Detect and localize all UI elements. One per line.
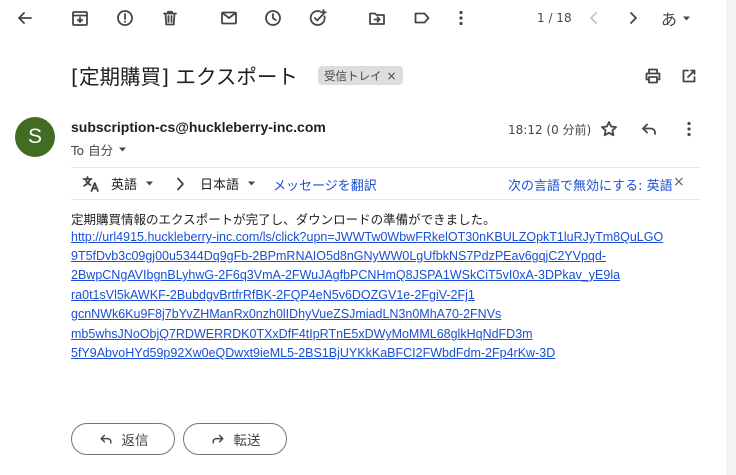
- close-translate-bar-icon[interactable]: ×: [673, 174, 685, 190]
- source-language-select[interactable]: 英語: [111, 168, 154, 199]
- reply-button[interactable]: 返信: [71, 423, 175, 455]
- inbox-label-chip: 受信トレイ ×: [318, 66, 403, 85]
- export-link-line-3[interactable]: 2BwpCNgAVIbgnBLyhwG-2F6q3VmA-2FWuJAgfbPC…: [71, 268, 620, 282]
- export-link-line-7[interactable]: 5fY9AbvoHYd59p92Xw0eQDwxt9ieML5-2BS1BjUY…: [71, 346, 555, 360]
- message-body-text: 定期購買情報のエクスポートが完了し、ダウンロードの準備ができました。: [71, 212, 496, 227]
- caret-down-icon: [146, 181, 154, 186]
- target-language: 日本語: [200, 178, 240, 193]
- translate-bar: 英語 日本語 メッセージを翻訳 次の言語で無効にする: 英語 ×: [71, 167, 700, 200]
- email-subject: [定期購買] エクスポート: [71, 65, 298, 89]
- open-new-window-icon[interactable]: [678, 65, 700, 87]
- message-timestamp: 18:12 (0 分前): [508, 123, 592, 137]
- forward-label: 転送: [233, 433, 261, 449]
- reply-label: 返信: [121, 433, 149, 449]
- back-arrow-icon[interactable]: [14, 7, 36, 29]
- delete-icon[interactable]: [159, 7, 181, 29]
- reply-icon: [99, 434, 112, 444]
- forward-button[interactable]: 転送: [183, 423, 287, 455]
- archive-icon[interactable]: [69, 7, 91, 29]
- export-link-line-2[interactable]: 9T5fDvb3c09gj00u5344Dq9gFb-2BPmRNAIO5d8n…: [71, 249, 606, 263]
- export-link-line-1[interactable]: http://url4915.huckleberry-inc.com/ls/cl…: [71, 230, 663, 244]
- mark-unread-icon[interactable]: [218, 7, 240, 29]
- export-link-line-6[interactable]: mb5whsJNoObjQ7RDWERRDK0TXxDfF4tIpRTnE5xD…: [71, 327, 533, 341]
- sender-email[interactable]: subscription-cs@huckleberry-inc.com: [71, 119, 326, 135]
- print-icon[interactable]: [642, 65, 664, 87]
- caret-down-icon: [119, 147, 127, 152]
- remove-label-icon[interactable]: ×: [387, 69, 397, 83]
- move-to-icon[interactable]: [366, 7, 388, 29]
- reply-icon[interactable]: [638, 118, 660, 140]
- add-task-icon[interactable]: [307, 7, 329, 29]
- input-method-label: あ: [661, 10, 678, 29]
- chevron-left-icon[interactable]: [583, 7, 605, 29]
- caret-down-icon: [683, 16, 691, 20]
- caret-down-icon: [248, 181, 256, 186]
- export-link-line-4[interactable]: ra0t1sVl5kAWKF-2BubdgvBrtfrRfBK-2FQP4eN5…: [71, 288, 475, 302]
- scrollbar-track[interactable]: [726, 0, 736, 475]
- snooze-icon[interactable]: [262, 7, 284, 29]
- target-language-select[interactable]: 日本語: [200, 168, 256, 199]
- translate-icon: [80, 173, 102, 195]
- page-counter: 1 / 18: [537, 11, 572, 25]
- to-line-text: To 自分: [71, 143, 114, 158]
- label-icon[interactable]: [411, 7, 433, 29]
- more-vert-icon[interactable]: [450, 7, 472, 29]
- arrow-right-icon: [170, 173, 190, 195]
- recipient-details[interactable]: To 自分: [71, 140, 127, 159]
- label-chip-text: 受信トレイ: [324, 68, 382, 83]
- disable-translation-link[interactable]: 次の言語で無効にする: 英語: [508, 175, 673, 194]
- source-language: 英語: [111, 178, 138, 193]
- input-method-button[interactable]: あ: [661, 7, 691, 29]
- forward-icon: [211, 434, 224, 444]
- report-spam-icon[interactable]: [114, 7, 136, 29]
- chevron-right-icon[interactable]: [622, 7, 644, 29]
- translate-message-link[interactable]: メッセージを翻訳: [273, 175, 377, 194]
- message-more-icon[interactable]: [678, 118, 700, 140]
- star-icon[interactable]: [598, 118, 620, 140]
- sender-avatar[interactable]: S: [15, 117, 55, 157]
- export-link-line-5[interactable]: gcnNWk6Ku9F8j7bYvZHManRx0nzh0lIDhyVueZSJ…: [71, 307, 501, 321]
